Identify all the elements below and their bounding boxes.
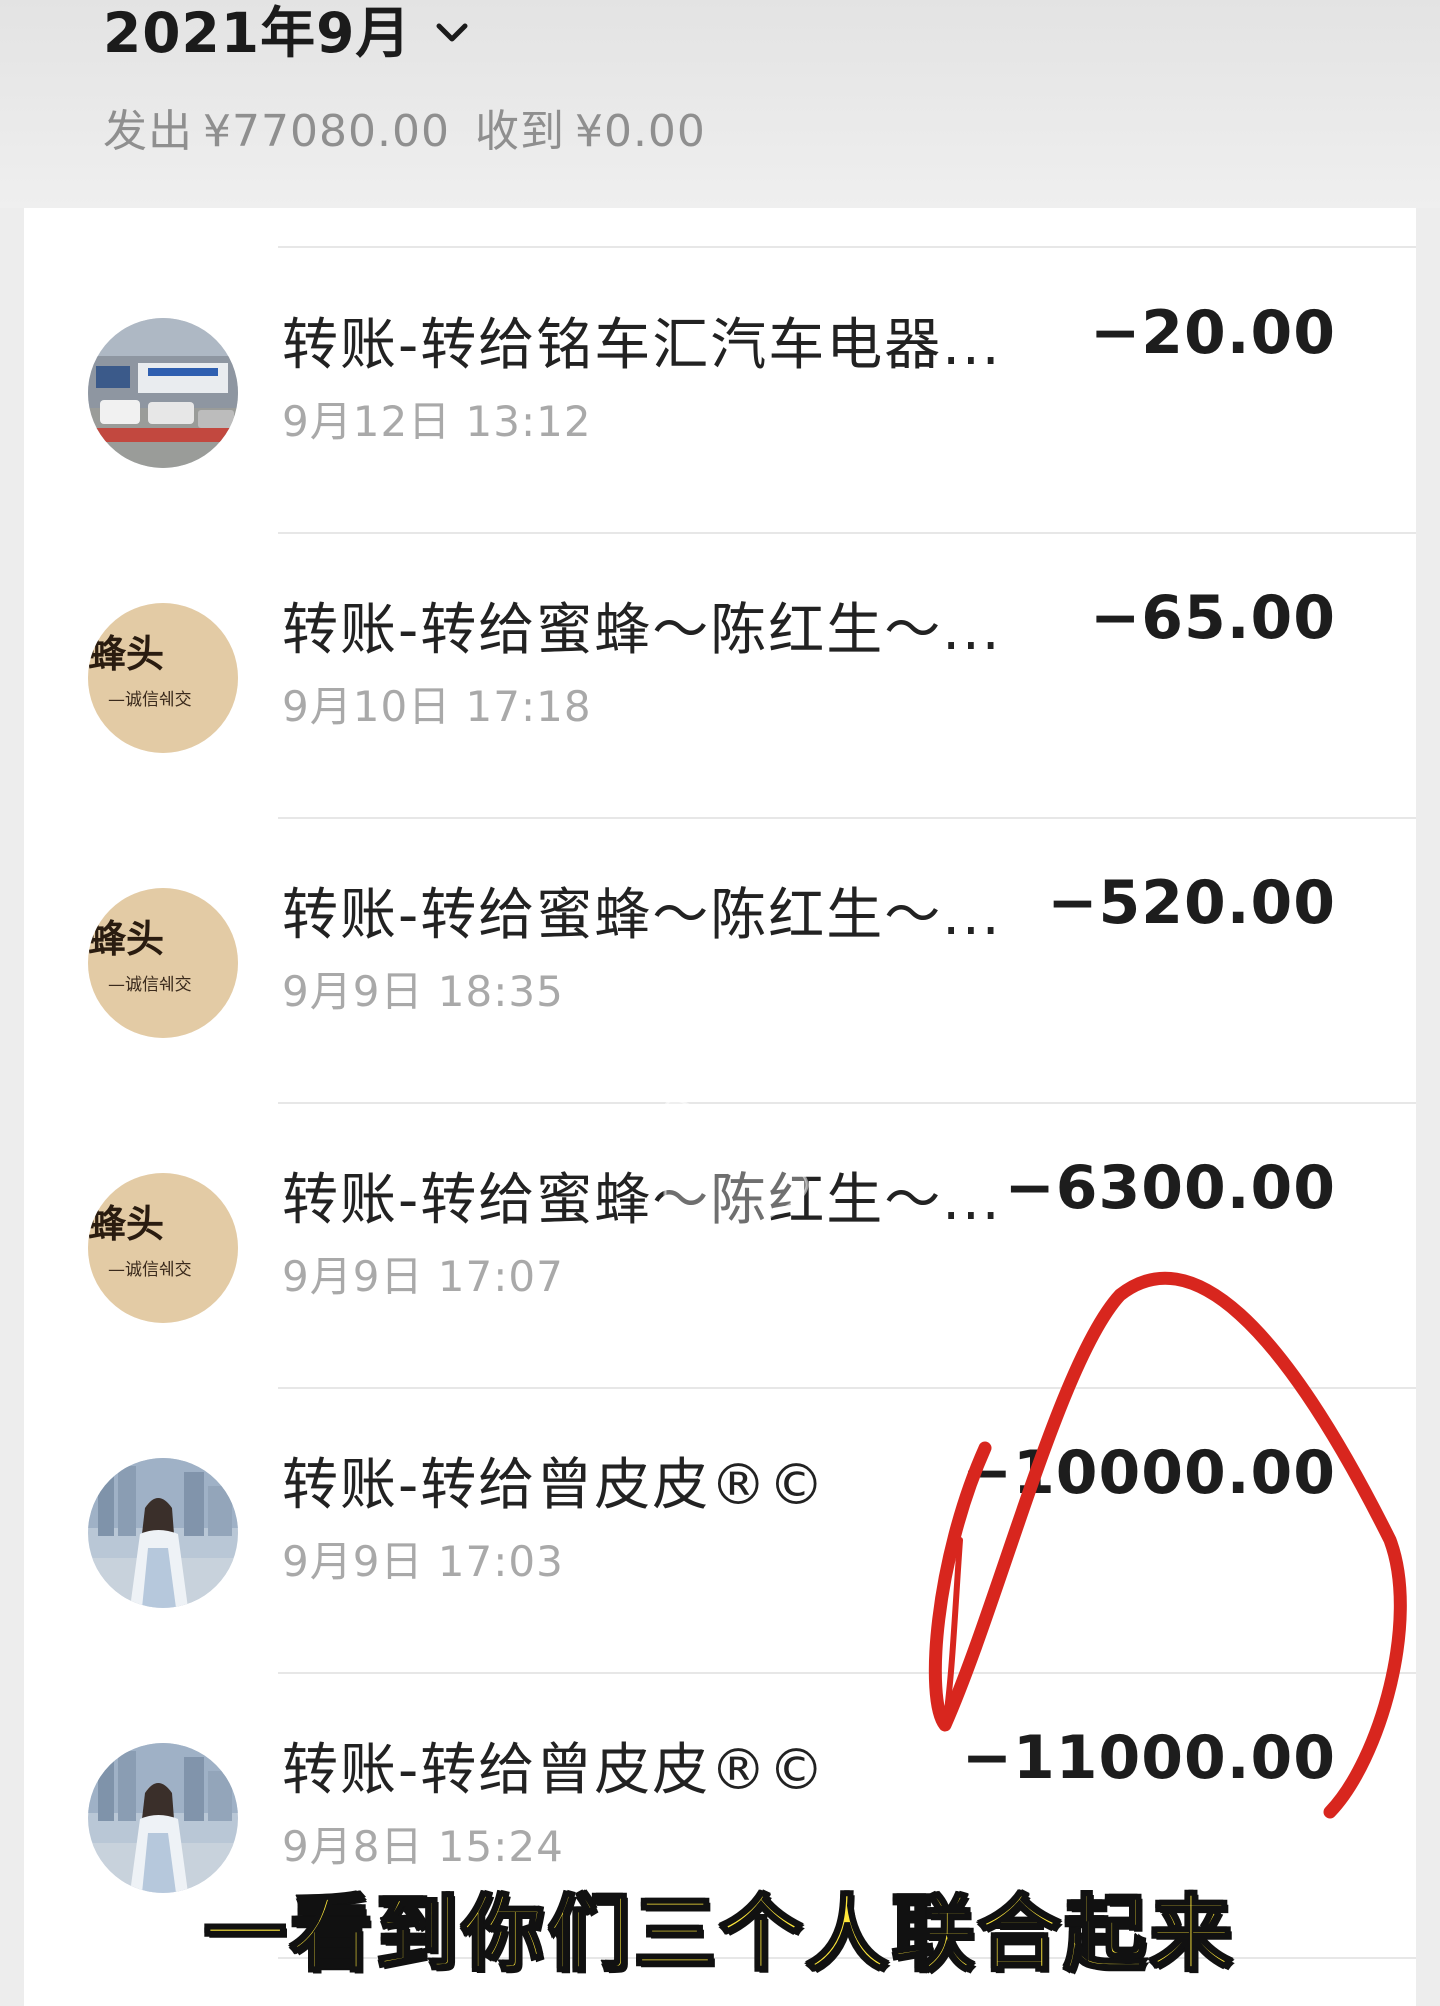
received-amount: ¥0.00 xyxy=(574,106,706,157)
transaction-title: 转账-转给蜜蜂～陈红生～... xyxy=(282,883,1002,948)
transaction-title: 转账-转给铭车汇汽车电器... xyxy=(282,313,1002,378)
transaction-row[interactable]: 蜂头 —诚信쉐交 转账-转给蜜蜂～陈红生～... 9月9日 18:35 −520… xyxy=(24,818,1416,1103)
monthly-summary: 发出 ¥77080.00 收到 ¥0.00 xyxy=(103,95,716,159)
sent-amount: ¥77080.00 xyxy=(203,106,450,157)
calligraphy-main-text: 蜂头 xyxy=(88,631,164,676)
transaction-row[interactable]: 转账-转给曾皮皮®© 9月9日 17:03 −10000.00 xyxy=(24,1388,1416,1673)
storefront-avatar xyxy=(88,318,238,468)
transaction-title: 转账-转给曾皮皮®© xyxy=(282,1738,827,1803)
transaction-amount: −520.00 xyxy=(1047,868,1336,938)
transaction-date: 9月9日 17:07 xyxy=(282,1252,564,1301)
calligraphy-sub-text: —诚信쉐交 xyxy=(108,690,192,710)
received-label: 收到 xyxy=(474,106,565,157)
transaction-amount: −11000.00 xyxy=(961,1723,1336,1793)
calligraphy-avatar: 蜂头 —诚信쉐交 xyxy=(88,888,238,1038)
person-avatar xyxy=(88,1458,238,1608)
calligraphy-sub-text: —诚信쉐交 xyxy=(108,1260,192,1280)
transaction-title: 转账-转给蜜蜂～陈红生～... xyxy=(282,598,1002,663)
calligraphy-avatar: 蜂头 —诚信쉐交 xyxy=(88,603,238,753)
transaction-date: 9月12日 13:12 xyxy=(282,397,592,446)
calligraphy-sub-text: —诚信쉐交 xyxy=(108,975,192,995)
transaction-date: 9月10日 17:18 xyxy=(282,682,592,731)
transaction-title: 转账-转给曾皮皮®© xyxy=(282,1453,827,1518)
calligraphy-main-text: 蜂头 xyxy=(88,916,164,961)
month-selector[interactable]: 2021年9月 xyxy=(103,0,471,66)
sent-label: 发出 xyxy=(103,106,193,157)
video-subtitle: 一看到你们三个人联合起来 xyxy=(202,1886,1236,1984)
month-title: 2021年9月 xyxy=(103,1,412,65)
transaction-date: 9月9日 17:03 xyxy=(282,1537,564,1586)
play-icon[interactable] xyxy=(630,1085,820,1285)
transaction-row[interactable]: 蜂头 —诚信쉐交 转账-转给蜜蜂～陈红生～... 9月10日 17:18 −65… xyxy=(24,533,1416,818)
calligraphy-main-text: 蜂头 xyxy=(88,1201,164,1246)
transaction-date: 9月8日 15:24 xyxy=(282,1822,564,1871)
month-header: 2021年9月 发出 ¥77080.00 收到 ¥0.00 xyxy=(0,0,1440,208)
transaction-amount: −6300.00 xyxy=(1004,1153,1336,1223)
transaction-amount: −65.00 xyxy=(1089,583,1336,653)
calligraphy-avatar: 蜂头 —诚信쉐交 xyxy=(88,1173,238,1323)
transaction-row[interactable]: 转账-转给铭车汇汽车电器... 9月12日 13:12 −20.00 xyxy=(24,248,1416,533)
transaction-amount: −10000.00 xyxy=(961,1438,1336,1508)
transaction-date: 9月9日 18:35 xyxy=(282,967,564,1016)
transaction-amount: −20.00 xyxy=(1089,298,1336,368)
chevron-down-icon xyxy=(433,14,471,52)
